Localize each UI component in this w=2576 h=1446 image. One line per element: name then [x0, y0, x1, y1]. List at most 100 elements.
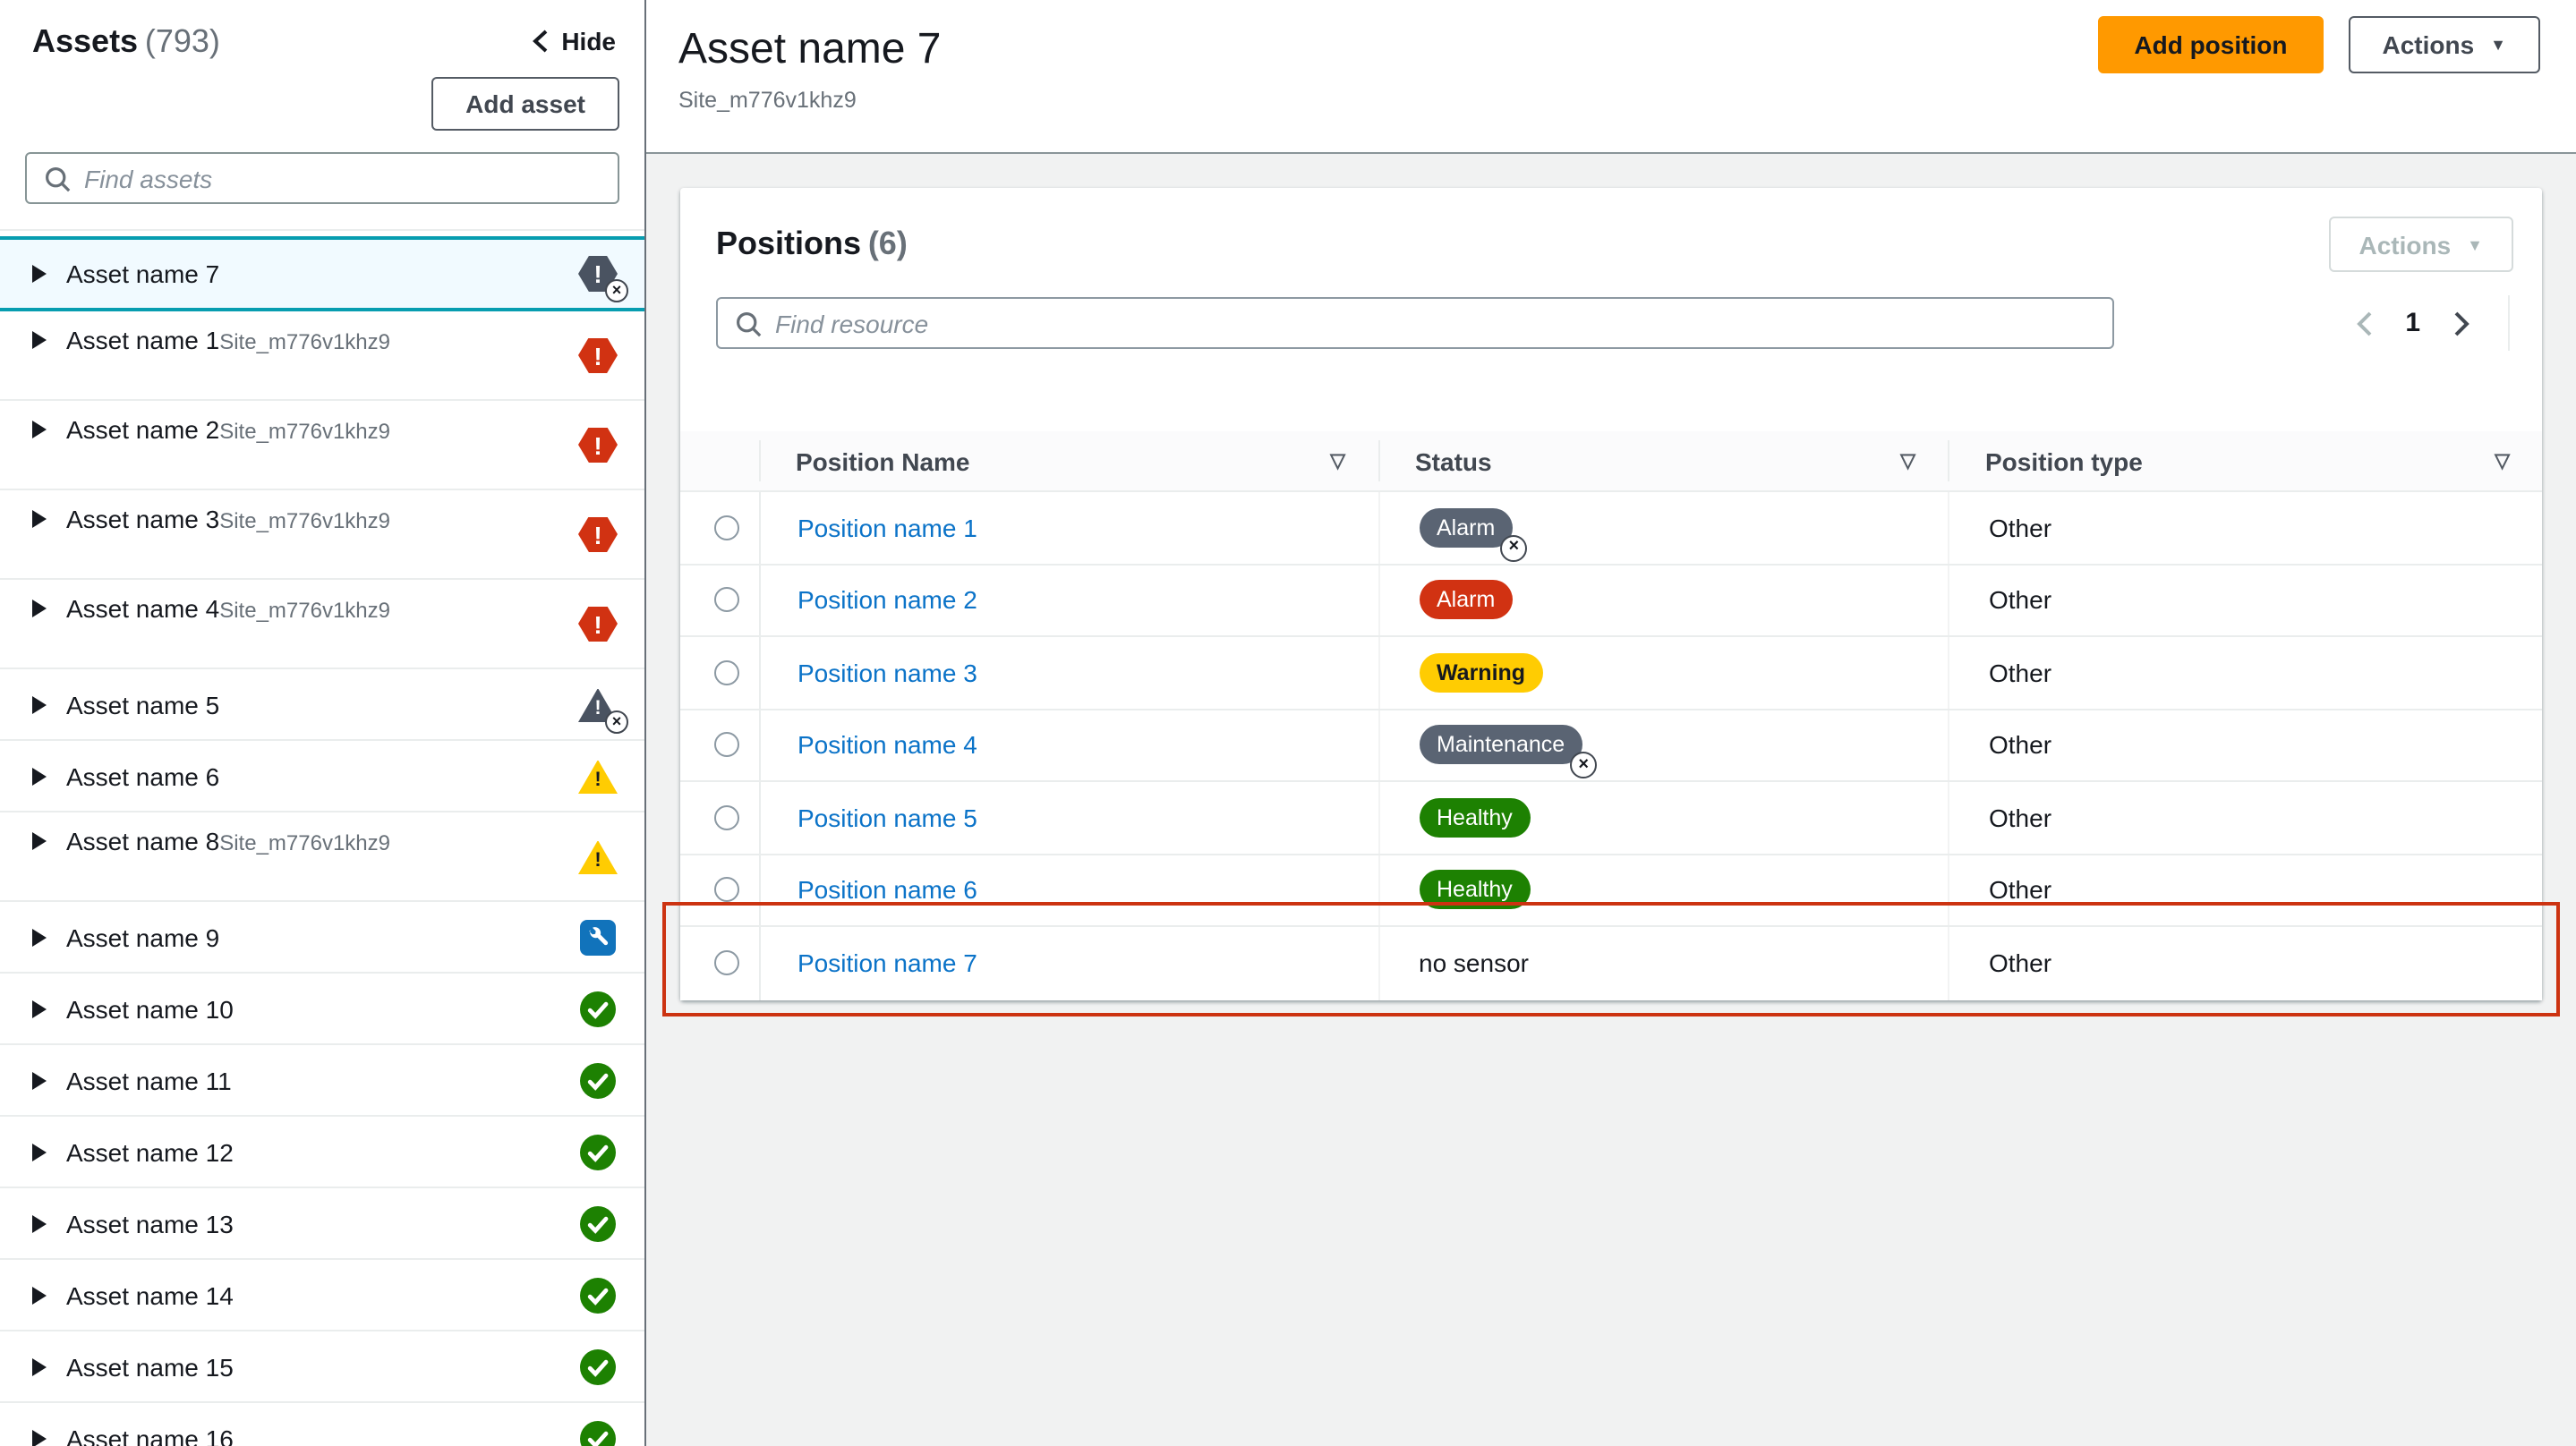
expand-arrow-icon[interactable] — [32, 331, 47, 349]
add-position-button[interactable]: Add position — [2098, 16, 2324, 73]
expand-arrow-icon[interactable] — [32, 1430, 47, 1446]
expand-arrow-icon[interactable] — [32, 768, 47, 786]
status-badge-label: Alarm — [1437, 587, 1496, 612]
expand-arrow-icon[interactable] — [32, 1358, 47, 1376]
warning-icon: ! — [578, 838, 618, 874]
asset-list-item[interactable]: Asset name 2Site_m776v1khz9! — [0, 401, 644, 490]
asset-name: Asset name 4 — [66, 594, 220, 623]
positions-actions-button[interactable]: Actions ▼ — [2328, 217, 2513, 272]
asset-item-text: Asset name 10 — [66, 993, 234, 1025]
expand-arrow-icon[interactable] — [32, 696, 47, 714]
position-name-link[interactable]: Position name 4 — [798, 731, 977, 760]
column-label: Status — [1415, 447, 1492, 475]
status-badge-label: Healthy — [1437, 877, 1513, 902]
status-cell: no sensor — [1378, 927, 1948, 999]
row-radio-button[interactable] — [714, 587, 740, 613]
expand-arrow-icon[interactable] — [32, 832, 47, 850]
hide-label: Hide — [561, 27, 616, 55]
positions-table: Position Name ▽ Status ▽ Position type ▽… — [680, 431, 2542, 999]
row-radio-button[interactable] — [714, 732, 740, 758]
asset-list-item[interactable]: Asset name 12 — [0, 1117, 644, 1188]
add-asset-button[interactable]: Add asset — [431, 77, 619, 131]
asset-list-item[interactable]: Asset name 13 — [0, 1188, 644, 1260]
hide-panel-button[interactable]: Hide — [531, 27, 616, 55]
position-name-link[interactable]: Position name 2 — [798, 586, 977, 615]
status-cell: Healthy — [1378, 782, 1948, 853]
asset-list-item[interactable]: Asset name 11 — [0, 1045, 644, 1117]
expand-arrow-icon[interactable] — [32, 929, 47, 947]
maintenance-icon — [578, 919, 618, 955]
sidebar-divider — [0, 229, 644, 231]
expand-arrow-icon[interactable] — [32, 1215, 47, 1233]
current-page[interactable]: 1 — [2405, 308, 2420, 338]
expand-arrow-icon[interactable] — [32, 1144, 47, 1161]
status-badge: Healthy — [1419, 797, 1531, 838]
actions-label: Actions — [2382, 30, 2475, 59]
position-type-value: Other — [1989, 730, 2052, 760]
position-name-link[interactable]: Position name 6 — [798, 876, 977, 905]
column-header-position-name[interactable]: Position Name ▽ — [758, 431, 1378, 490]
asset-site: Site_m776v1khz9 — [219, 598, 390, 623]
asset-name: Asset name 6 — [66, 762, 220, 791]
expand-arrow-icon[interactable] — [32, 265, 47, 283]
expand-arrow-icon[interactable] — [32, 510, 47, 528]
table-row: Position name 3 Warning Other — [680, 637, 2542, 710]
asset-item-text: Asset name 2Site_m776v1khz9 — [66, 413, 390, 446]
asset-name: Asset name 13 — [66, 1210, 234, 1238]
position-type-cell: Other — [1948, 637, 2542, 708]
filter-icon[interactable]: ▽ — [1900, 449, 1915, 472]
asset-search-input[interactable] — [25, 152, 619, 204]
position-name-cell: Position name 2 — [758, 565, 1378, 635]
row-radio-button[interactable] — [714, 804, 740, 830]
asset-item-text: Asset name 3Site_m776v1khz9 — [66, 503, 390, 535]
asset-list-item[interactable]: Asset name 16 — [0, 1403, 644, 1446]
asset-list-item[interactable]: Asset name 6! — [0, 741, 644, 812]
status-badge-label: Warning — [1437, 659, 1526, 685]
alarm-icon: ! — [578, 337, 618, 373]
asset-list-item[interactable]: Asset name 8Site_m776v1khz9! — [0, 812, 644, 902]
actions-dropdown-button[interactable]: Actions ▼ — [2348, 16, 2540, 73]
asset-list-item[interactable]: Asset name 7 ! × — [0, 236, 644, 311]
filter-icon[interactable]: ▽ — [2495, 449, 2510, 472]
asset-list-item[interactable]: Asset name 14 — [0, 1260, 644, 1331]
filter-icon[interactable]: ▽ — [1330, 449, 1345, 472]
alarm-acknowledged-icon: ! × — [578, 256, 628, 302]
position-name-link[interactable]: Position name 1 — [798, 514, 977, 542]
alarm-icon: ! — [578, 427, 618, 463]
position-name-link[interactable]: Position name 7 — [798, 949, 977, 978]
column-label: Position type — [1985, 447, 2143, 475]
resource-search-input[interactable] — [716, 297, 2114, 349]
asset-item-text: Asset name 11 — [66, 1065, 232, 1097]
asset-item-text: Asset name 8Site_m776v1khz9 — [66, 825, 390, 857]
expand-arrow-icon[interactable] — [32, 1287, 47, 1305]
position-name-link[interactable]: Position name 3 — [798, 659, 977, 687]
position-type-cell: Other — [1948, 565, 2542, 635]
row-radio-button[interactable] — [714, 515, 740, 540]
column-header-position-type[interactable]: Position type ▽ — [1948, 431, 2542, 490]
asset-list-item[interactable]: Asset name 10 — [0, 974, 644, 1045]
asset-list-item[interactable]: Asset name 5 ! × — [0, 669, 644, 741]
asset-list-item[interactable]: Asset name 4Site_m776v1khz9! — [0, 580, 644, 669]
expand-arrow-icon[interactable] — [32, 1072, 47, 1090]
expand-arrow-icon[interactable] — [32, 600, 47, 617]
next-page-button[interactable] — [2440, 302, 2483, 344]
position-name-cell: Position name 1 — [758, 492, 1378, 563]
position-name-link[interactable]: Position name 5 — [798, 804, 977, 832]
row-radio-button[interactable] — [714, 659, 740, 685]
asset-list-item[interactable]: Asset name 15 — [0, 1331, 644, 1403]
expand-arrow-icon[interactable] — [32, 421, 47, 438]
asset-name: Asset name 8 — [66, 827, 220, 855]
row-radio-button[interactable] — [714, 877, 740, 903]
header-actions: Add position Actions ▼ — [2098, 16, 2540, 73]
asset-list-item[interactable]: Asset name 9 — [0, 902, 644, 974]
previous-page-button[interactable] — [2342, 302, 2385, 344]
expand-arrow-icon[interactable] — [32, 1000, 47, 1018]
row-select-cell — [680, 927, 758, 999]
column-header-status[interactable]: Status ▽ — [1378, 431, 1948, 490]
asset-search — [25, 152, 619, 204]
row-radio-button[interactable] — [714, 950, 740, 976]
asset-item-text: Asset name 5 — [66, 689, 219, 721]
asset-list-item[interactable]: Asset name 3Site_m776v1khz9! — [0, 490, 644, 580]
row-select-cell — [680, 637, 758, 708]
asset-list-item[interactable]: Asset name 1Site_m776v1khz9! — [0, 311, 644, 401]
